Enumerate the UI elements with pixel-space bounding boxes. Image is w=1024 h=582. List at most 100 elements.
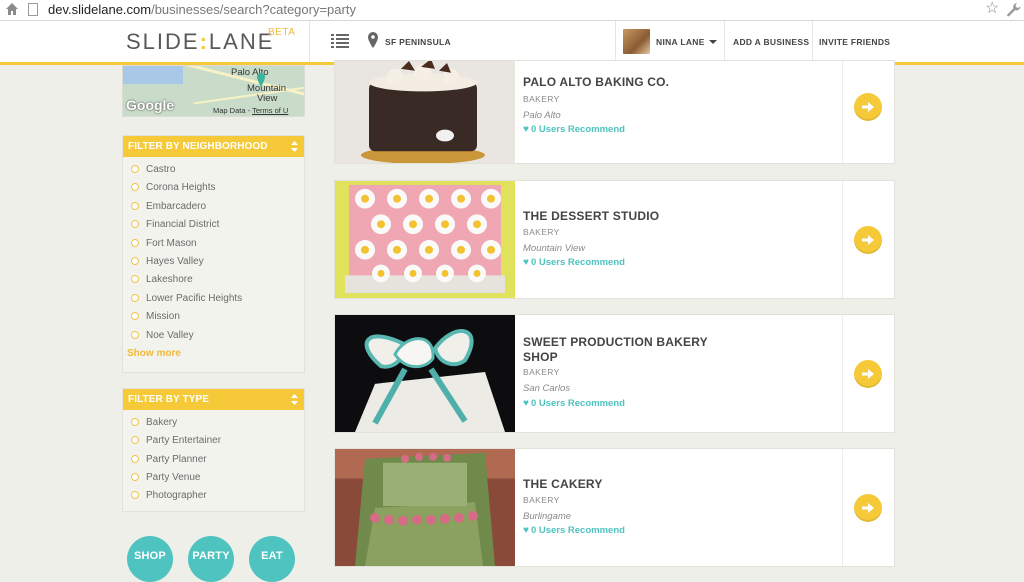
type-option[interactable]: Photographer	[131, 490, 207, 502]
recommend-count[interactable]: ♥ 0 Users Recommend	[523, 398, 625, 409]
neighborhood-filter-header[interactable]: FILTER BY NEIGHBORHOOD	[123, 136, 304, 157]
neighborhood-option[interactable]: Lower Pacific Heights	[131, 293, 242, 305]
radio-icon[interactable]	[131, 436, 139, 444]
google-logo: Google	[126, 97, 175, 113]
listing-card[interactable]: SWEET PRODUCTION BAKERY SHOP BAKERY San …	[334, 314, 895, 433]
listing-title[interactable]: PALO ALTO BAKING CO.	[523, 75, 723, 90]
logo[interactable]: SLIDE:LANE	[126, 29, 274, 55]
type-option[interactable]: Party Entertainer	[131, 435, 221, 447]
location-pin-icon	[368, 32, 378, 48]
neighborhood-option[interactable]: Hayes Valley	[131, 256, 204, 268]
listing-title[interactable]: THE DESSERT STUDIO	[523, 209, 723, 224]
party-button[interactable]: PARTY	[188, 536, 234, 582]
bookmark-star-icon[interactable]: ☆	[985, 0, 999, 18]
radio-icon[interactable]	[131, 257, 139, 265]
type-option[interactable]: Bakery	[131, 417, 177, 429]
listing-card[interactable]: PALO ALTO BAKING CO. BAKERY Palo Alto ♥ 0…	[334, 60, 895, 164]
type-option[interactable]: Party Venue	[131, 472, 200, 484]
recommend-count[interactable]: ♥ 0 Users Recommend	[523, 257, 625, 268]
arrow-right-icon	[862, 369, 874, 379]
card-divider	[842, 61, 843, 163]
listing-photo[interactable]	[335, 61, 515, 163]
eat-button[interactable]: EAT	[249, 536, 295, 582]
browser-address-bar: dev.slidelane.com/businesses/search?cate…	[0, 0, 1024, 21]
map[interactable]: Palo Alto Mountain View Google Map Data …	[122, 65, 305, 117]
heart-icon: ♥	[523, 257, 529, 268]
header-divider	[309, 21, 310, 62]
listing-card[interactable]: THE DESSERT STUDIO BAKERY Mountain View …	[334, 180, 895, 299]
arrow-right-icon	[862, 235, 874, 245]
listing-title[interactable]: THE CAKERY	[523, 477, 723, 492]
radio-icon[interactable]	[131, 183, 139, 191]
page-icon	[28, 3, 38, 16]
radio-icon[interactable]	[131, 331, 139, 339]
user-menu[interactable]: NINA LANE	[656, 37, 705, 47]
radio-icon[interactable]	[131, 294, 139, 302]
neighborhood-option[interactable]: Noe Valley	[131, 330, 194, 342]
radio-icon[interactable]	[131, 165, 139, 173]
recommend-count[interactable]: ♥ 0 Users Recommend	[523, 525, 625, 536]
listing-city: Burlingame	[523, 511, 572, 522]
view-listing-button[interactable]	[854, 93, 882, 121]
view-listing-button[interactable]	[854, 494, 882, 522]
listing-city: Mountain View	[523, 243, 586, 254]
map-water	[123, 66, 183, 84]
map-attribution[interactable]: Map Data - Terms of U	[213, 106, 288, 115]
recommend-count[interactable]: ♥ 0 Users Recommend	[523, 124, 625, 135]
type-option[interactable]: Party Planner	[131, 454, 207, 466]
listing-card[interactable]: THE CAKERY BAKERY Burlingame ♥ 0 Users Re…	[334, 448, 895, 567]
neighborhood-option[interactable]: Castro	[131, 164, 175, 176]
radio-icon[interactable]	[131, 202, 139, 210]
arrow-right-icon	[862, 102, 874, 112]
sort-arrows-icon	[291, 394, 298, 405]
neighborhood-filter-panel: FILTER BY NEIGHBORHOOD Castro Corona Hei…	[122, 135, 305, 373]
listing-photo[interactable]	[335, 315, 515, 432]
listing-category: BAKERY	[523, 367, 560, 377]
invite-friends-link[interactable]: INVITE FRIENDS	[819, 37, 890, 47]
neighborhood-option[interactable]: Financial District	[131, 219, 219, 231]
radio-icon[interactable]	[131, 473, 139, 481]
neighborhood-option[interactable]: Mission	[131, 311, 180, 323]
type-filter-panel: FILTER BY TYPE Bakery Party Entertainer …	[122, 388, 305, 512]
shop-button[interactable]: SHOP	[127, 536, 173, 582]
arrow-right-icon	[862, 503, 874, 513]
beta-badge: BETA	[268, 27, 296, 38]
wrench-icon[interactable]	[1006, 2, 1022, 17]
listing-category: BAKERY	[523, 94, 560, 104]
radio-icon[interactable]	[131, 455, 139, 463]
radio-icon[interactable]	[131, 491, 139, 499]
sort-arrows-icon	[291, 141, 298, 152]
radio-icon[interactable]	[131, 312, 139, 320]
listing-photo[interactable]	[335, 449, 515, 566]
view-listing-button[interactable]	[854, 226, 882, 254]
listing-photo[interactable]	[335, 181, 515, 298]
neighborhood-option[interactable]: Embarcadero	[131, 201, 206, 213]
header-divider	[615, 21, 616, 62]
chevron-down-icon[interactable]	[709, 40, 717, 44]
listing-title[interactable]: SWEET PRODUCTION BAKERY SHOP	[523, 335, 723, 365]
map-label: View	[257, 93, 278, 104]
view-listing-button[interactable]	[854, 360, 882, 388]
listing-city: Palo Alto	[523, 110, 561, 121]
radio-icon[interactable]	[131, 418, 139, 426]
show-more-link[interactable]: Show more	[127, 348, 181, 359]
neighborhood-option[interactable]: Corona Heights	[131, 182, 215, 194]
listing-category: BAKERY	[523, 227, 560, 237]
type-filter-header[interactable]: FILTER BY TYPE	[123, 389, 304, 410]
card-divider	[842, 181, 843, 298]
header-divider	[812, 21, 813, 62]
location-selector[interactable]: SF PENINSULA	[385, 37, 451, 47]
home-icon[interactable]	[5, 2, 19, 16]
radio-icon[interactable]	[131, 275, 139, 283]
neighborhood-option[interactable]: Fort Mason	[131, 238, 197, 250]
card-divider	[842, 315, 843, 432]
neighborhood-option[interactable]: Lakeshore	[131, 274, 193, 286]
user-avatar[interactable]	[623, 29, 650, 54]
radio-icon[interactable]	[131, 220, 139, 228]
map-marker-icon[interactable]	[257, 73, 265, 87]
url-text[interactable]: dev.slidelane.com/businesses/search?cate…	[48, 1, 356, 18]
list-view-icon[interactable]	[331, 33, 349, 49]
card-divider	[842, 449, 843, 566]
add-business-link[interactable]: ADD A BUSINESS	[733, 37, 809, 47]
radio-icon[interactable]	[131, 239, 139, 247]
